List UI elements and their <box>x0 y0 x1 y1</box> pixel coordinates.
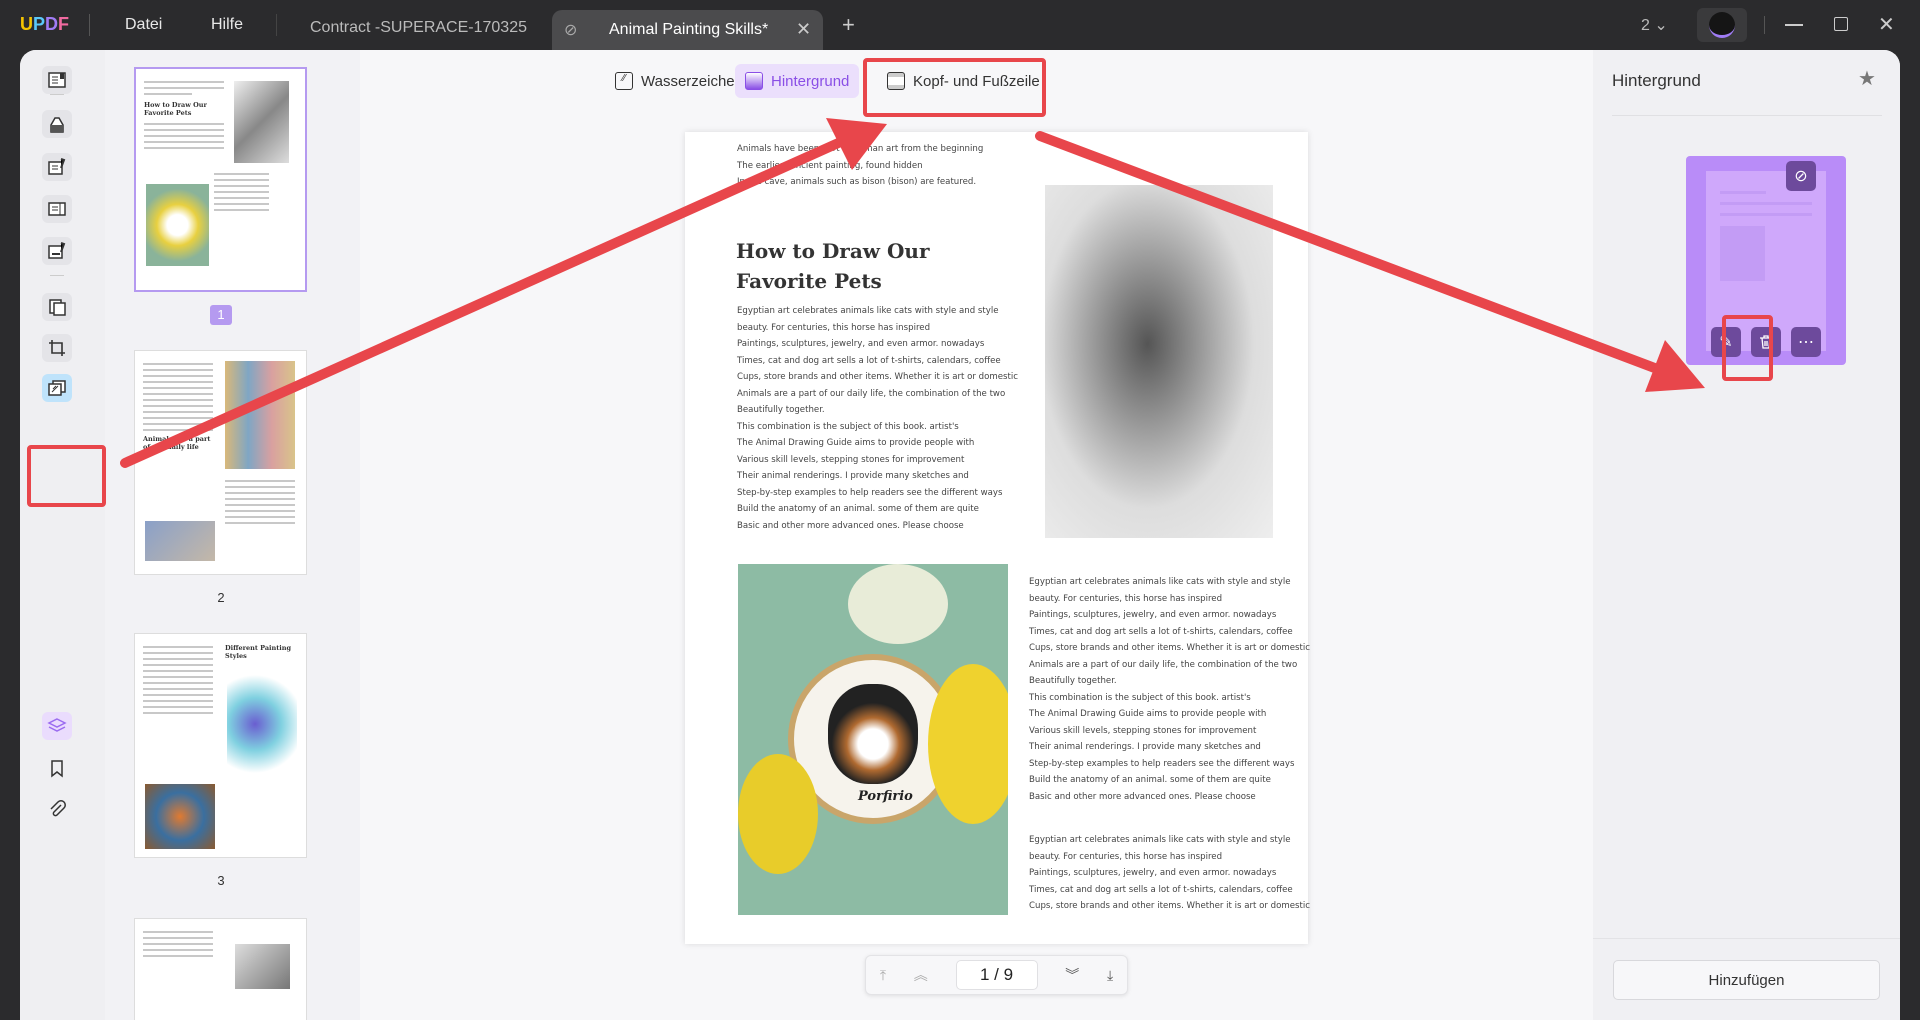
arrow-to-trash <box>1035 131 1705 392</box>
arrow-to-hintergrund <box>120 118 887 468</box>
annotation-arrows <box>120 118 1705 468</box>
